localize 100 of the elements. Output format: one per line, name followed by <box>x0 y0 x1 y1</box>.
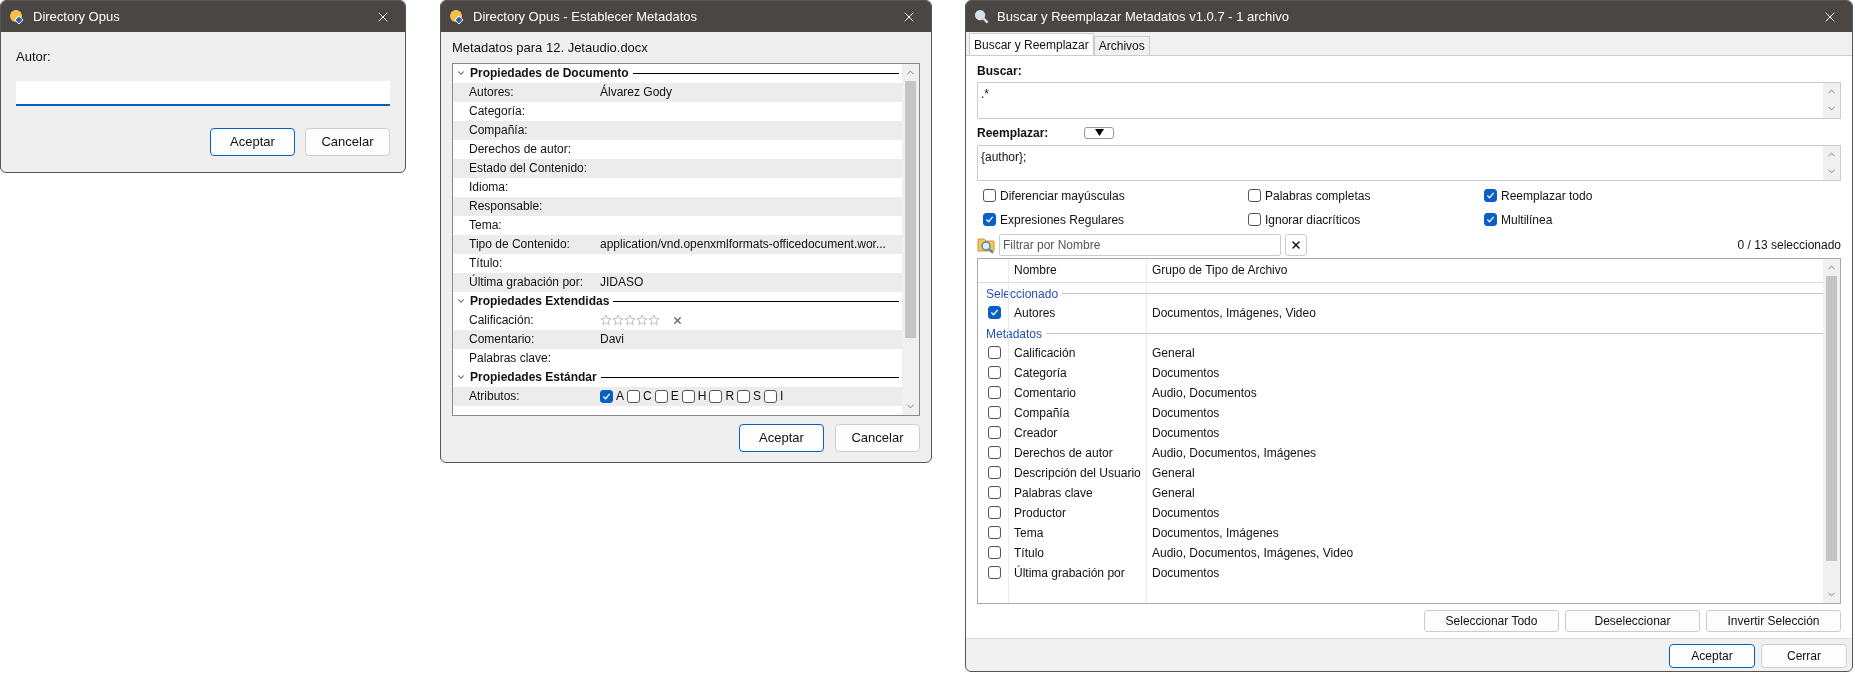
list-row[interactable]: Categoría Documentos <box>978 364 1823 382</box>
list-row[interactable]: Compañía Documentos <box>978 404 1823 422</box>
list-row[interactable]: Derechos de autor Audio, Documentos, Imágenes <box>978 444 1823 462</box>
section-title: Propiedades de Documento <box>470 65 629 82</box>
property-label: Atributos: <box>469 388 521 405</box>
star-rating[interactable] <box>600 314 660 326</box>
replace-text-area[interactable]: {author}; <box>977 145 1841 181</box>
tab[interactable]: Archivos <box>1093 36 1150 55</box>
collapse-chevron-icon[interactable] <box>456 68 466 78</box>
dialog-button[interactable]: Cerrar <box>1761 644 1847 668</box>
column-header[interactable]: Nombre <box>1014 261 1147 280</box>
property-label: Autores: <box>469 84 515 101</box>
checkbox[interactable] <box>1248 213 1261 227</box>
list-action-button[interactable]: Seleccionar Todo <box>1424 610 1559 632</box>
dropdown-button[interactable] <box>1084 127 1115 139</box>
checkbox[interactable] <box>737 389 751 403</box>
list-row[interactable]: Última grabación por Documentos <box>978 564 1823 582</box>
window-title: Directory Opus <box>33 7 121 26</box>
table-cell-text: Documentos <box>1151 405 1220 422</box>
property-label: Responsable: <box>469 198 544 215</box>
search-icon <box>974 9 989 24</box>
table-cell-text: Última grabación por <box>1013 564 1126 582</box>
window-title: Buscar y Reemplazar Metadatos v1.0.7 - 1 archivo <box>997 7 1290 26</box>
option-label: Multilínea <box>1501 212 1553 229</box>
property-value: Álvarez Gody <box>600 83 673 101</box>
attribute-label: R <box>725 388 735 405</box>
list-row[interactable]: Productor Documentos <box>978 504 1823 522</box>
scrollbar[interactable] <box>1823 146 1840 180</box>
dialog-button[interactable]: Aceptar <box>739 423 824 452</box>
scrollbar[interactable] <box>1823 259 1840 603</box>
table-cell-text: Compañía <box>1013 405 1071 422</box>
checkbox[interactable] <box>654 389 668 403</box>
dialog-button[interactable]: Cancelar <box>305 127 390 156</box>
checkmark-icon <box>1486 191 1495 201</box>
star-icon <box>636 314 648 326</box>
window-title: Directory Opus - Establecer Metadatos <box>473 7 698 26</box>
list-row[interactable]: Comentario Audio, Documentos <box>978 384 1823 402</box>
property-label: Categoría: <box>469 103 527 120</box>
clear-filter-button[interactable] <box>1285 234 1307 256</box>
collapse-chevron-icon[interactable] <box>456 296 466 306</box>
author-input[interactable] <box>16 80 390 106</box>
checkmark-icon <box>989 308 999 318</box>
checkbox[interactable] <box>1484 213 1497 227</box>
dialog-button[interactable]: Aceptar <box>210 127 295 156</box>
list-row[interactable]: Creador Documentos <box>978 424 1823 442</box>
checkbox[interactable] <box>600 389 613 403</box>
table-cell-text: Documentos <box>1151 425 1220 442</box>
list-action-button[interactable]: Invertir Selección <box>1706 610 1841 632</box>
collapse-chevron-icon[interactable] <box>456 372 466 382</box>
list-row[interactable]: Autores Documentos, Imágenes, Video <box>978 304 1823 322</box>
checkbox[interactable] <box>987 566 1001 580</box>
checkbox[interactable] <box>987 346 1001 360</box>
property-value: application/vnd.openxmlformats-officedocument.wor... <box>600 236 886 253</box>
checkbox[interactable] <box>987 446 1001 460</box>
checkbox[interactable] <box>987 546 1001 560</box>
checkbox[interactable] <box>681 389 695 403</box>
checkbox[interactable] <box>987 506 1001 520</box>
property-label: Última grabación por: <box>469 273 585 291</box>
checkbox[interactable] <box>987 406 1001 420</box>
list-row[interactable]: Calificación General <box>978 344 1823 362</box>
find-text-area[interactable]: .* <box>977 82 1841 119</box>
checkbox[interactable] <box>987 486 1001 500</box>
dialog-button[interactable]: Cancelar <box>835 423 920 452</box>
checkbox[interactable] <box>987 386 1001 400</box>
checkbox[interactable] <box>627 389 640 403</box>
property-label: Compañía: <box>469 122 529 139</box>
checkbox[interactable] <box>987 526 1001 540</box>
checkbox[interactable] <box>709 389 723 403</box>
checkbox[interactable] <box>987 426 1001 440</box>
checkbox[interactable] <box>1248 189 1261 203</box>
table-cell-text: Autores <box>1013 305 1057 322</box>
checkbox[interactable] <box>1484 189 1497 203</box>
option-label: Ignorar diacríticos <box>1265 212 1361 229</box>
checkbox[interactable] <box>987 466 1001 480</box>
column-header[interactable]: Grupo de Tipo de Archivo <box>1152 261 1288 280</box>
table-cell-text: Descripción del Usuario <box>1013 465 1142 482</box>
section-title: Propiedades Estándar <box>470 369 597 386</box>
replace-text: {author}; <box>980 149 1028 166</box>
property-label: Estado del Contenido: <box>469 160 589 177</box>
list-row[interactable]: Tema Documentos, Imágenes <box>978 524 1823 542</box>
scrollbar[interactable] <box>902 63 919 415</box>
filter-input[interactable]: Filtrar por Nombre <box>999 234 1281 256</box>
checkbox[interactable] <box>764 389 778 403</box>
checkbox[interactable] <box>987 366 1001 380</box>
list-row[interactable]: Palabras clave General <box>978 484 1823 502</box>
clear-icon[interactable] <box>672 314 683 326</box>
scrollbar[interactable] <box>1823 83 1840 118</box>
table-cell-text: Audio, Documentos, Imágenes <box>1151 445 1317 462</box>
tab[interactable]: Buscar y Reemplazar <box>969 33 1094 55</box>
checkbox[interactable] <box>987 306 1001 320</box>
dialog-button[interactable]: Aceptar <box>1669 644 1755 668</box>
table-cell-text: Palabras clave <box>1013 485 1094 502</box>
checkbox[interactable] <box>983 213 996 227</box>
list-row[interactable]: Título Audio, Documentos, Imágenes, Video <box>978 544 1823 562</box>
list-row[interactable]: Descripción del Usuario General <box>978 464 1823 482</box>
property-label: Derechos de autor: <box>469 141 573 158</box>
list-action-button[interactable]: Deseleccionar <box>1565 610 1700 632</box>
checkbox[interactable] <box>983 189 996 203</box>
attribute-label: H <box>697 388 707 405</box>
selection-count: 0 / 13 seleccionado <box>1737 237 1841 254</box>
